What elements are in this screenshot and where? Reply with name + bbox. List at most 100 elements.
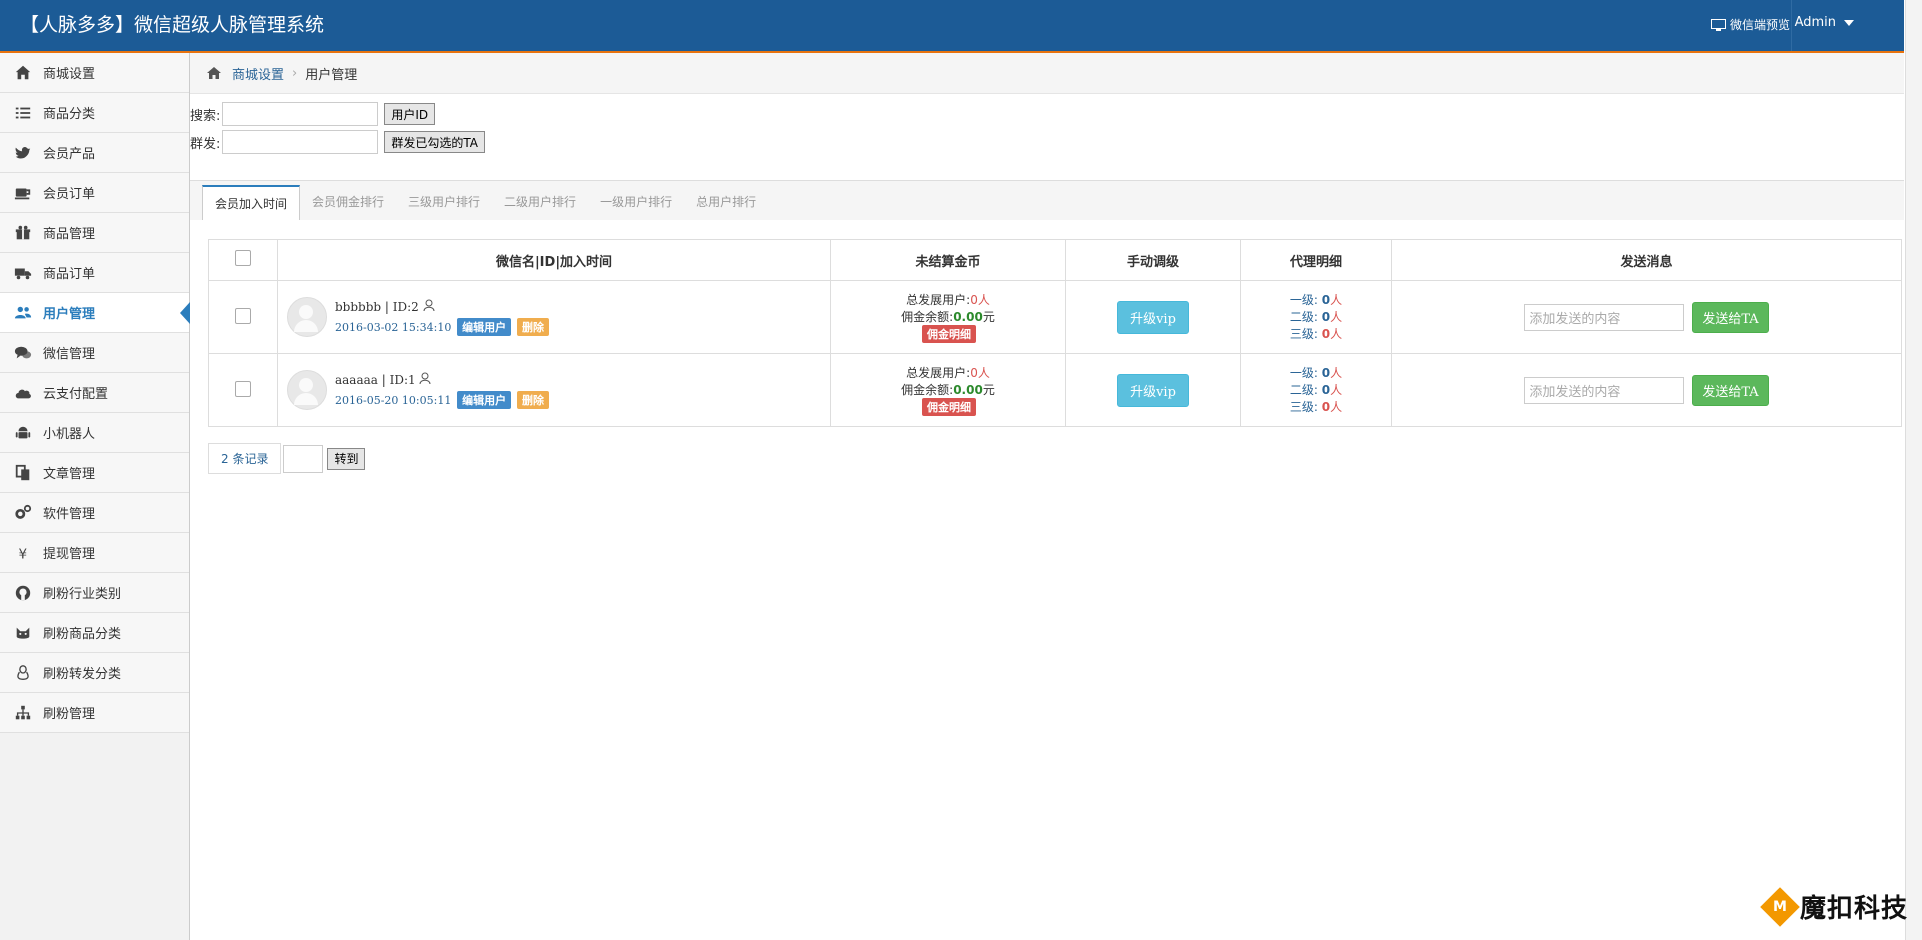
tab[interactable]: 二级用户排行	[492, 185, 588, 219]
level1-count: 0	[1321, 292, 1331, 307]
manual-level-cell: 升级vip	[1065, 280, 1241, 354]
sidebar-item-label: 会员产品	[43, 147, 96, 162]
bulk-message-input[interactable]	[222, 130, 379, 154]
sidebar-item[interactable]: 微信管理	[0, 333, 189, 373]
send-to-user-button[interactable]: 发送给TA	[1692, 301, 1769, 333]
sidebar-item[interactable]: 商品管理	[0, 213, 189, 253]
sidebar-item[interactable]: 小机器人	[0, 413, 189, 453]
sidebar-item-label: 商品分类	[43, 107, 96, 122]
sidebar-item[interactable]: 软件管理	[0, 493, 189, 533]
user-name: aaaaaa	[335, 372, 378, 387]
select-all-checkbox[interactable]	[235, 250, 251, 266]
tab[interactable]: 总用户排行	[684, 185, 768, 219]
row-checkbox[interactable]	[235, 307, 251, 324]
sidebar-item-label: 云支付配置	[43, 387, 109, 402]
balance-label: 佣金余额:	[901, 383, 954, 397]
delete-user-button[interactable]: 删除	[516, 390, 549, 409]
search-row: 搜索: 用户ID	[190, 100, 1904, 128]
sidebar-item-label: 商城设置	[43, 67, 96, 82]
join-date: 2016-03-02 15:34:10	[335, 320, 452, 334]
table-header-row: 微信名|ID|加入时间 未结算金币 手动调级 代理明细 发送消息	[208, 239, 1902, 281]
sidebar-item[interactable]: 文章管理	[0, 453, 189, 493]
sidebar-item-label: 商品管理	[43, 227, 96, 242]
sidebar-item[interactable]: 云支付配置	[0, 373, 189, 413]
pagination: 2 条记录 转到	[208, 443, 366, 474]
yen-icon: ¥	[13, 543, 33, 563]
send-to-user-button[interactable]: 发送给TA	[1692, 374, 1769, 406]
header-divider	[1791, 0, 1792, 51]
brand-watermark: M 魔扣科技	[1760, 886, 1908, 927]
sidebar-item[interactable]: 商城设置	[0, 53, 189, 93]
tab[interactable]: 三级用户排行	[396, 185, 492, 219]
home-icon[interactable]	[206, 66, 222, 80]
dev-users-label: 总发展用户:	[906, 293, 971, 307]
commission-detail-button[interactable]: 佣金明细	[922, 325, 976, 343]
admin-label: Admin	[1794, 15, 1836, 30]
search-user-id-button[interactable]: 用户ID	[384, 103, 436, 125]
users-icon	[13, 303, 33, 323]
balance-unit: 元	[982, 383, 995, 397]
page-number-input[interactable]	[283, 444, 324, 473]
header-user: 微信名|ID|加入时间	[277, 239, 831, 281]
sidebar-item[interactable]: 刷粉转发分类	[0, 653, 189, 693]
breadcrumb-separator-icon: ›	[292, 65, 298, 81]
upgrade-vip-button[interactable]: 升级vip	[1117, 300, 1189, 334]
go-to-page-button[interactable]: 转到	[327, 447, 366, 470]
sidebar-item-label: 软件管理	[43, 507, 96, 522]
sidebar-item[interactable]: 刷粉管理	[0, 693, 189, 733]
commission-detail-button[interactable]: 佣金明细	[922, 398, 976, 416]
users-table: 微信名|ID|加入时间 未结算金币 手动调级 代理明细 发送消息 bbbbbb …	[208, 239, 1902, 427]
admin-user-menu[interactable]: Admin	[1795, 15, 1854, 30]
row-checkbox[interactable]	[235, 380, 251, 397]
coffee-icon	[13, 183, 33, 203]
message-input[interactable]: 添加发送的内容	[1524, 376, 1685, 404]
user-cell: bbbbbb | ID:2 2016-03-02 15:34:10 编辑用户 删…	[277, 280, 831, 354]
upgrade-vip-button[interactable]: 升级vip	[1117, 373, 1189, 407]
delete-user-button[interactable]: 删除	[516, 317, 549, 336]
edit-user-button[interactable]: 编辑用户	[457, 390, 512, 409]
tab[interactable]: 会员佣金排行	[300, 185, 396, 219]
dev-users-count: 0	[970, 366, 978, 380]
edit-user-button[interactable]: 编辑用户	[457, 317, 512, 336]
top-header: 【人脉多多】微信超级人脉管理系统 微信端预览 Admin	[0, 0, 1904, 53]
sidebar-item[interactable]: 刷粉行业类别	[0, 573, 189, 613]
header-send-message: 发送消息	[1391, 239, 1902, 281]
github-icon	[13, 583, 33, 603]
sidebar-item[interactable]: ¥ 提现管理	[0, 533, 189, 573]
linux-icon	[13, 663, 33, 683]
sidebar-item[interactable]: 用户管理	[0, 293, 190, 333]
user-cell: aaaaaa | ID:1 2016-05-20 10:05:11 编辑用户 删…	[277, 353, 831, 427]
row-select-cell	[208, 353, 278, 427]
tab[interactable]: 会员加入时间	[202, 185, 301, 220]
balance-unit: 元	[982, 310, 995, 324]
gears-icon	[13, 503, 33, 523]
home-icon	[13, 63, 33, 83]
dev-users-count: 0	[970, 293, 978, 307]
level1-count: 0	[1321, 365, 1331, 380]
bulk-send-button[interactable]: 群发已勾选的TA	[384, 131, 485, 153]
sidebar-item[interactable]: 商品订单	[0, 253, 189, 293]
tab-bar: 会员加入时间 会员佣金排行 三级用户排行 二级用户排行 一级用户排行 总用户排行	[190, 180, 1904, 220]
window-scrollbar[interactable]	[1905, 0, 1922, 940]
tab[interactable]: 一级用户排行	[588, 185, 684, 219]
sidebar-item-label: 微信管理	[43, 347, 96, 362]
sidebar-item[interactable]: 会员产品	[0, 133, 189, 173]
gift-icon	[13, 223, 33, 243]
truck-icon	[13, 263, 33, 283]
level2-label: 二级:	[1289, 382, 1318, 397]
balance-label: 佣金余额:	[901, 310, 954, 324]
mobile-preview-link[interactable]: 微信端预览	[1710, 16, 1790, 33]
breadcrumb-root-link[interactable]: 商城设置	[232, 64, 284, 83]
message-input[interactable]: 添加发送的内容	[1524, 303, 1685, 331]
user-id: ID:2	[392, 299, 419, 314]
preview-label: 微信端预览	[1729, 18, 1790, 32]
monitor-icon	[1710, 18, 1726, 31]
coins-cell: 总发展用户:0人 佣金余额:0.00元 佣金明细	[830, 353, 1066, 427]
coins-cell: 总发展用户:0人 佣金余额:0.00元 佣金明细	[830, 280, 1066, 354]
sidebar-item[interactable]: 刷粉商品分类	[0, 613, 189, 653]
sidebar-item[interactable]: 会员订单	[0, 173, 189, 213]
sidebar-item[interactable]: 商品分类	[0, 93, 189, 133]
avatar	[287, 370, 327, 410]
header-manual-level: 手动调级	[1065, 239, 1241, 281]
search-input[interactable]	[222, 102, 379, 126]
